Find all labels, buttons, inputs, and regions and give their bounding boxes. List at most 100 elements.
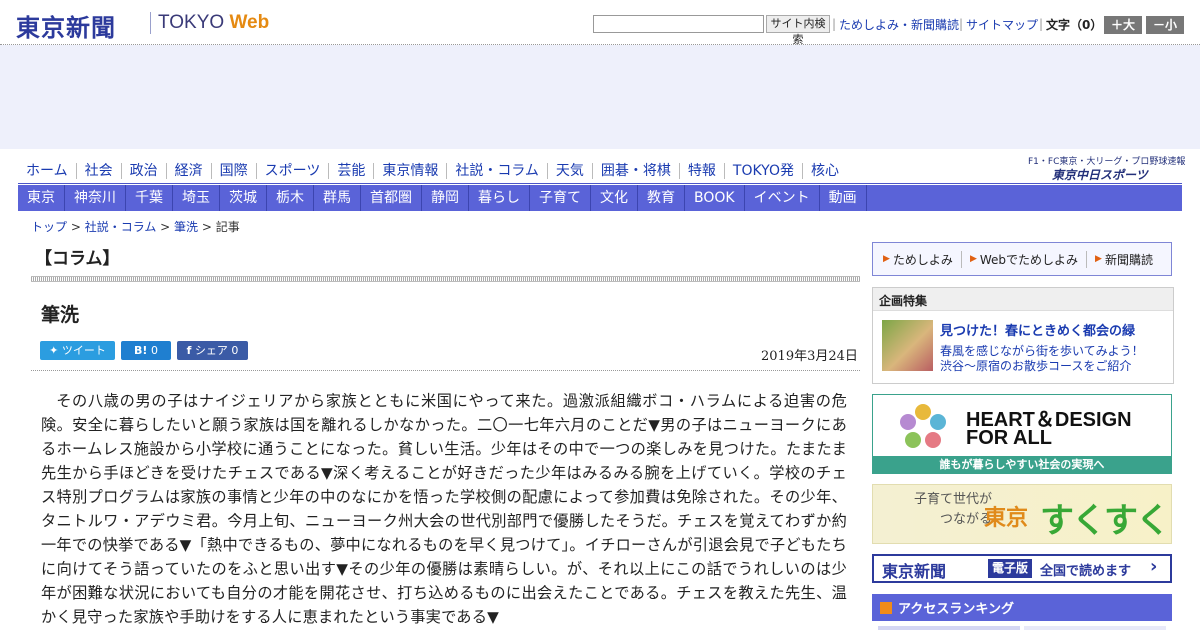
article-date: 2019年3月24日 bbox=[761, 349, 858, 364]
facebook-icon: f bbox=[186, 344, 192, 357]
feature-description[interactable]: 春風を感じながら街を歩いてみよう！ 渋谷～原宿のお散歩コースをご紹介 bbox=[940, 344, 1144, 374]
trial-read-link[interactable]: ▶ ためしよみ bbox=[883, 250, 962, 268]
search-input[interactable] bbox=[593, 15, 764, 33]
web-trial-read-label: Webでためしよみ bbox=[979, 252, 1079, 267]
nav-society[interactable]: 社会 bbox=[77, 163, 122, 179]
article-title: 筆洗 bbox=[41, 304, 80, 326]
subscribe-label: 新聞購読 bbox=[1104, 252, 1153, 267]
digital-edition-text: 全国で読めます bbox=[1040, 564, 1132, 579]
share-label: シェア bbox=[194, 344, 228, 357]
nav-entertainment[interactable]: 芸能 bbox=[329, 163, 375, 179]
nav-video[interactable]: 動画 bbox=[820, 185, 867, 211]
region-ibaraki[interactable]: 茨城 bbox=[220, 185, 267, 211]
site-logo[interactable]: 東京新聞 bbox=[16, 8, 116, 43]
breadcrumb-sep: > bbox=[156, 220, 175, 234]
heart-design-logo-icon bbox=[900, 404, 946, 448]
arrow-right-icon: ▶ bbox=[969, 254, 977, 264]
share-count: 0 bbox=[231, 344, 239, 357]
logo-tokyo-text: TOKYO bbox=[158, 12, 225, 33]
arrow-right-icon: ▶ bbox=[883, 254, 890, 264]
hatena-count: 0 bbox=[150, 344, 158, 357]
region-tokyo[interactable]: 東京 bbox=[18, 185, 65, 211]
nav-tokyo-hatsu[interactable]: TOKYO発 bbox=[725, 163, 803, 179]
ranking-tab[interactable] bbox=[1024, 626, 1166, 630]
region-shizuoka[interactable]: 静岡 bbox=[422, 185, 469, 211]
tweet-button[interactable]: ✦ ツイート bbox=[40, 341, 115, 360]
ad-banner-area bbox=[0, 45, 1200, 149]
site-logo-en[interactable]: TOKYO Web bbox=[158, 12, 269, 34]
access-ranking-label: アクセスランキング bbox=[898, 602, 1014, 617]
region-kanagawa[interactable]: 神奈川 bbox=[65, 185, 126, 211]
nav-home[interactable]: ホーム bbox=[18, 163, 77, 179]
nav-parenting[interactable]: 子育て bbox=[530, 185, 591, 211]
breadcrumb-sep: > bbox=[67, 220, 85, 234]
feature-thumbnail[interactable] bbox=[882, 320, 933, 371]
hatena-bookmark-button[interactable]: B! 0 bbox=[121, 341, 171, 360]
subscribe-link[interactable]: ▶ 新聞購読 bbox=[1095, 251, 1161, 268]
header-separator: | bbox=[832, 17, 837, 31]
region-chiba[interactable]: 千葉 bbox=[126, 185, 173, 211]
nav-sports[interactable]: スポーツ bbox=[257, 163, 330, 179]
feature-desc-line: 春風を感じながら街を歩いてみよう！ bbox=[940, 344, 1144, 358]
breadcrumb: トップ > 社説・コラム > 筆洗 > 記事 bbox=[31, 218, 240, 235]
nav-weather[interactable]: 天気 bbox=[548, 163, 593, 179]
section-title: 【コラム】 bbox=[35, 249, 120, 269]
nav-tokyo-info[interactable]: 東京情報 bbox=[374, 163, 448, 179]
region-saitama[interactable]: 埼玉 bbox=[173, 185, 220, 211]
access-ranking-heading: アクセスランキング bbox=[872, 594, 1172, 621]
ranking-icon bbox=[880, 601, 892, 614]
breadcrumb-editorial[interactable]: 社説・コラム bbox=[85, 220, 157, 234]
search-button[interactable]: サイト内検索 bbox=[766, 15, 830, 46]
article-divider bbox=[31, 370, 860, 371]
font-smaller-button[interactable]: －小 bbox=[1146, 16, 1184, 34]
header-separator: | bbox=[1039, 17, 1044, 31]
nav-economy[interactable]: 経済 bbox=[167, 163, 212, 179]
heart-design-title-2: FOR ALL bbox=[966, 427, 1052, 449]
region-nav: 東京 神奈川 千葉 埼玉 茨城 栃木 群馬 首都圏 静岡 暮らし 子育て 文化 … bbox=[18, 185, 1182, 211]
sukusuku-tokyo: 東京 bbox=[984, 505, 1029, 531]
hatena-icon: B! bbox=[134, 344, 148, 357]
breadcrumb-hissen[interactable]: 筆洗 bbox=[174, 220, 198, 234]
nav-go-shogi[interactable]: 囲碁・将棋 bbox=[593, 163, 680, 179]
nav-core[interactable]: 核心 bbox=[803, 163, 847, 179]
sukusuku-tagline: 子育て世代が つながる bbox=[914, 490, 992, 530]
nav-culture[interactable]: 文化 bbox=[591, 185, 638, 211]
ranking-tab[interactable] bbox=[878, 626, 1020, 630]
nav-living[interactable]: 暮らし bbox=[469, 185, 530, 211]
facebook-share-button[interactable]: f シェア 0 bbox=[177, 341, 248, 360]
main-nav: ホーム 社会 政治 経済 国際 スポーツ 芸能 東京情報 社説・コラム 天気 囲… bbox=[18, 159, 847, 183]
nav-divider bbox=[18, 183, 1182, 184]
chunichi-sports-logo[interactable]: 東京中日スポーツ bbox=[1052, 166, 1148, 183]
chevron-right-icon: › bbox=[1150, 556, 1158, 577]
logo-divider bbox=[150, 12, 151, 34]
heart-design-tagline: 誰もが暮らしやすい社会の実現へ bbox=[873, 456, 1171, 473]
digital-edition-tag: 電子版 bbox=[988, 559, 1032, 578]
web-trial-read-link[interactable]: ▶ Webでためしよみ bbox=[969, 250, 1088, 268]
trial-read-label: ためしよみ bbox=[892, 252, 953, 267]
logo-web-text: Web bbox=[229, 12, 270, 33]
nav-book[interactable]: BOOK bbox=[685, 185, 745, 211]
digital-edition-logo: 東京新聞 bbox=[882, 562, 947, 581]
nav-special-report[interactable]: 特報 bbox=[680, 163, 725, 179]
region-shutoken[interactable]: 首都圏 bbox=[361, 185, 422, 211]
region-gunma[interactable]: 群馬 bbox=[314, 185, 361, 211]
trial-subscribe-link[interactable]: ためしよみ・新聞購読 bbox=[839, 16, 959, 33]
font-larger-button[interactable]: ＋大 bbox=[1104, 16, 1142, 34]
tweet-label: ツイート bbox=[61, 344, 106, 357]
nav-education[interactable]: 教育 bbox=[638, 185, 685, 211]
nav-editorial-column[interactable]: 社説・コラム bbox=[447, 163, 548, 179]
header-separator: | bbox=[959, 17, 964, 31]
nav-international[interactable]: 国際 bbox=[212, 163, 257, 179]
sitemap-link[interactable]: サイトマップ bbox=[966, 16, 1038, 33]
nav-event[interactable]: イベント bbox=[745, 185, 820, 211]
region-tochigi[interactable]: 栃木 bbox=[267, 185, 314, 211]
breadcrumb-top[interactable]: トップ bbox=[31, 220, 67, 234]
sukusuku-tagline-2: つながる bbox=[940, 512, 993, 527]
feature-desc-line: 渋谷～原宿のお散歩コースをご紹介 bbox=[940, 359, 1132, 373]
breadcrumb-current: 記事 bbox=[215, 220, 240, 234]
sukusuku-tagline-1: 子育て世代が bbox=[914, 492, 993, 507]
sukusuku-title: すくすく bbox=[1040, 501, 1170, 541]
nav-politics[interactable]: 政治 bbox=[122, 163, 167, 179]
article-body: その八歳の男の子はナイジェリアから家族とともに米国にやって来た。過激派組織ボコ・… bbox=[41, 392, 847, 626]
feature-title-link[interactable]: 見つけた！春にときめく都会の緑 bbox=[940, 320, 1135, 339]
